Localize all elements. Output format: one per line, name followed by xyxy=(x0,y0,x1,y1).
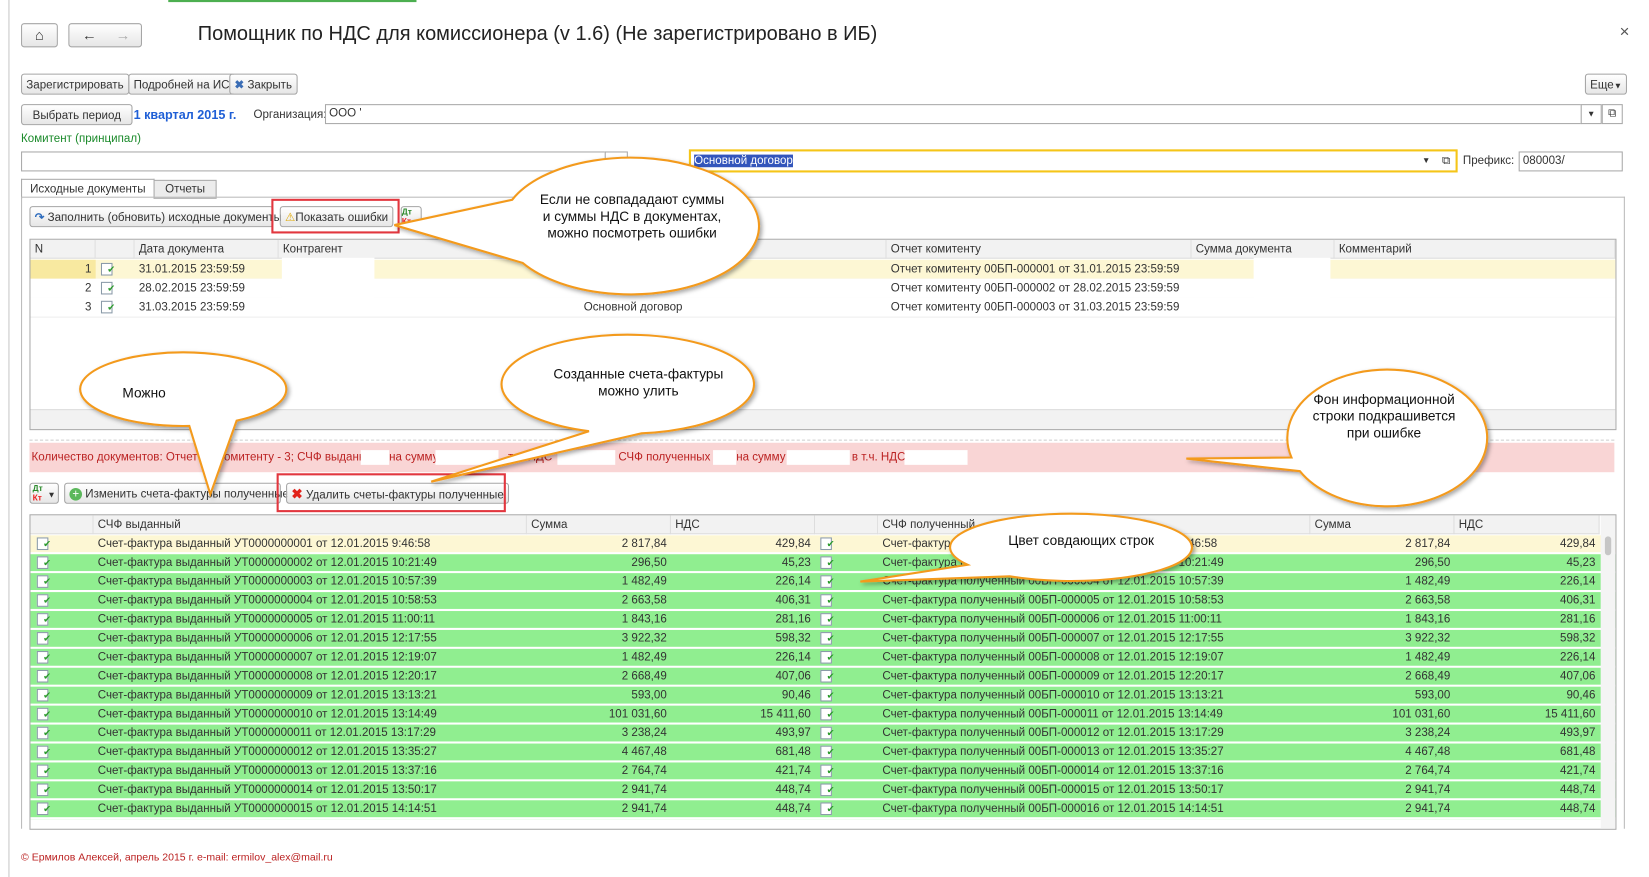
callout-delete-text: Созданные счета-фактуры можно улить xyxy=(553,365,724,399)
callout-can-text: Можно xyxy=(122,384,166,401)
callout-can-bubble xyxy=(79,351,288,498)
callout-errors-text: Если не совпададают суммы и суммы НДС в … xyxy=(539,191,725,241)
form-window: ⌂ ← → Помощник по НДС для комиссионера (… xyxy=(0,0,1649,877)
callout-color-text: Цвет совдающих строк xyxy=(1008,532,1155,548)
callout-background-text: Фон информационной строки подкрашивется … xyxy=(1312,391,1456,441)
callout-delete-bubble xyxy=(430,333,756,483)
